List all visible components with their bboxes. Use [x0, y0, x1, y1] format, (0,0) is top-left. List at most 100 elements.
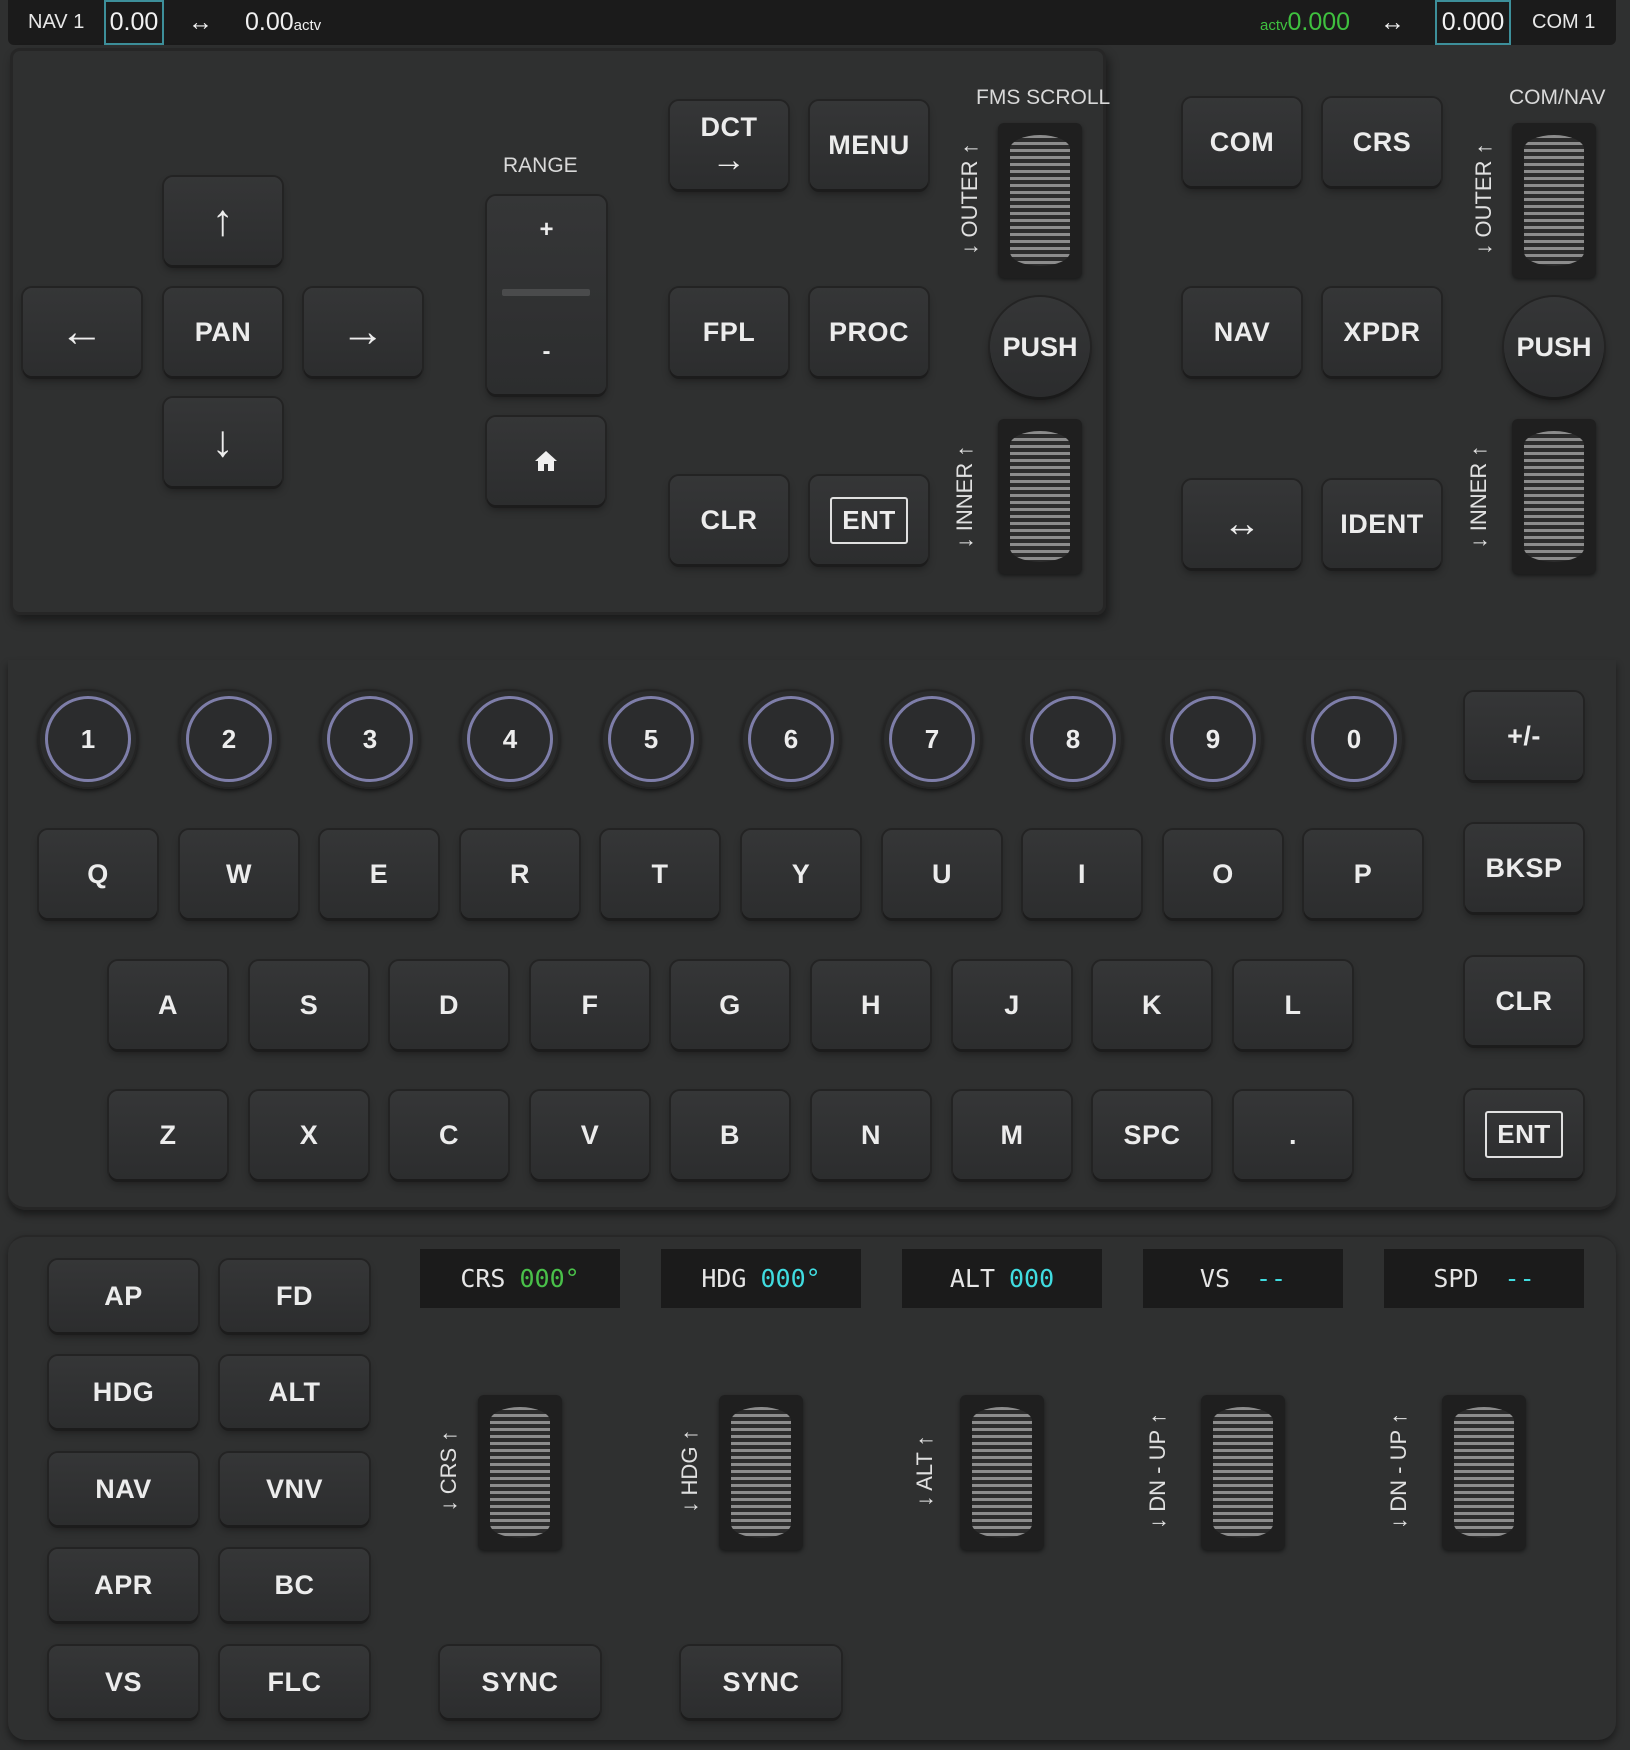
com-button[interactable]: COM: [1183, 98, 1301, 186]
comnav-outer-knob[interactable]: [1512, 123, 1596, 278]
spd-knob[interactable]: [1442, 1395, 1526, 1550]
comnav-inner-knob[interactable]: [1512, 419, 1596, 574]
comnav-push-button[interactable]: PUSH: [1504, 297, 1604, 397]
fms-clr-button[interactable]: CLR: [670, 476, 788, 564]
dct-label: DCT: [700, 111, 758, 142]
keyboard-clr-button[interactable]: CLR: [1465, 957, 1583, 1045]
nav-mode-button[interactable]: NAV: [49, 1453, 198, 1525]
key-s[interactable]: S: [250, 961, 368, 1049]
key-u[interactable]: U: [883, 830, 1001, 918]
key-y[interactable]: Y: [742, 830, 860, 918]
crs-sync-button[interactable]: SYNC: [440, 1646, 600, 1718]
key-a[interactable]: A: [109, 961, 227, 1049]
key-t[interactable]: T: [601, 830, 719, 918]
com-label: COM 1: [1532, 11, 1596, 33]
key-label: 5: [608, 696, 694, 782]
key-c[interactable]: C: [390, 1091, 508, 1179]
hdg-knob[interactable]: [719, 1395, 803, 1550]
fms-push-button[interactable]: PUSH: [990, 297, 1090, 397]
key-d[interactable]: D: [390, 961, 508, 1049]
key-6[interactable]: 6: [741, 689, 841, 789]
fpl-button[interactable]: FPL: [670, 288, 788, 376]
fms-scroll-label: FMS SCROLL: [976, 86, 1111, 109]
vs-mode-button[interactable]: VS: [49, 1646, 198, 1718]
key-4[interactable]: 4: [460, 689, 560, 789]
pan-up-button[interactable]: ↑: [164, 177, 282, 265]
hdg-display: HDG 000°: [661, 1249, 861, 1308]
pan-down-button[interactable]: ↓: [164, 398, 282, 486]
keyboard-ent-button[interactable]: ENT: [1465, 1090, 1583, 1178]
spd-knob-label: ↓ DN - UP ↑: [1386, 1413, 1411, 1529]
direct-to-button[interactable]: DCT →: [670, 101, 788, 189]
pan-right-button[interactable]: →: [304, 288, 422, 376]
bc-mode-button[interactable]: BC: [220, 1549, 369, 1621]
key-label: 7: [889, 696, 975, 782]
nav-swap-icon[interactable]: ↔: [188, 8, 213, 37]
crs-knob[interactable]: [478, 1395, 562, 1550]
key-n[interactable]: N: [812, 1091, 930, 1179]
fms-outer-knob[interactable]: [998, 123, 1082, 278]
key-e[interactable]: E: [320, 830, 438, 918]
ap-button[interactable]: AP: [49, 1260, 198, 1332]
pan-left-button[interactable]: ←: [23, 288, 141, 376]
range-plus-button[interactable]: +: [487, 216, 606, 244]
key-5[interactable]: 5: [601, 689, 701, 789]
key-q[interactable]: Q: [39, 830, 157, 918]
menu-button[interactable]: MENU: [810, 101, 928, 189]
knob-ridges: [972, 1407, 1032, 1538]
key-f[interactable]: F: [531, 961, 649, 1049]
apr-mode-button[interactable]: APR: [49, 1549, 198, 1621]
plus-minus-button[interactable]: +/-: [1465, 692, 1583, 780]
fms-ent-button[interactable]: ENT: [810, 476, 928, 564]
key-x[interactable]: X: [250, 1091, 368, 1179]
key-o[interactable]: O: [1164, 830, 1282, 918]
key-p[interactable]: P: [1304, 830, 1422, 918]
key-3[interactable]: 3: [320, 689, 420, 789]
key-j[interactable]: J: [953, 961, 1071, 1049]
key-0[interactable]: 0: [1304, 689, 1404, 789]
hdg-sync-button[interactable]: SYNC: [681, 1646, 841, 1718]
hdg-mode-button[interactable]: HDG: [49, 1356, 198, 1428]
vs-knob[interactable]: [1201, 1395, 1285, 1550]
key-z[interactable]: Z: [109, 1091, 227, 1179]
key-r[interactable]: R: [461, 830, 579, 918]
nav-standby-frequency[interactable]: 0.00: [104, 0, 164, 45]
alt-mode-button[interactable]: ALT: [220, 1356, 369, 1428]
display-label: HDG: [701, 1264, 747, 1293]
key-9[interactable]: 9: [1163, 689, 1263, 789]
pan-button[interactable]: PAN: [164, 288, 282, 376]
key-2[interactable]: 2: [179, 689, 279, 789]
alt-knob[interactable]: [960, 1395, 1044, 1550]
fms-inner-knob[interactable]: [998, 419, 1082, 574]
vnv-mode-button[interactable]: VNV: [220, 1453, 369, 1525]
key-7[interactable]: 7: [882, 689, 982, 789]
key-space[interactable]: SPC: [1093, 1091, 1211, 1179]
key-b[interactable]: B: [671, 1091, 789, 1179]
nav-active-suffix: actv: [293, 17, 322, 34]
key-1[interactable]: 1: [38, 689, 138, 789]
com-swap-icon[interactable]: ↔: [1380, 8, 1405, 37]
key-period[interactable]: .: [1234, 1091, 1352, 1179]
key-m[interactable]: M: [953, 1091, 1071, 1179]
range-minus-button[interactable]: -: [487, 338, 606, 366]
key-8[interactable]: 8: [1023, 689, 1123, 789]
comnav-swap-button[interactable]: ↔: [1183, 480, 1301, 568]
xpdr-button[interactable]: XPDR: [1323, 288, 1441, 376]
bksp-button[interactable]: BKSP: [1465, 824, 1583, 912]
home-button[interactable]: [487, 417, 605, 505]
key-i[interactable]: I: [1023, 830, 1141, 918]
crs-button[interactable]: CRS: [1323, 98, 1441, 186]
ident-button[interactable]: IDENT: [1323, 480, 1441, 568]
flc-mode-button[interactable]: FLC: [220, 1646, 369, 1718]
proc-button[interactable]: PROC: [810, 288, 928, 376]
key-l[interactable]: L: [1234, 961, 1352, 1049]
nav-button[interactable]: NAV: [1183, 288, 1301, 376]
key-w[interactable]: W: [180, 830, 298, 918]
key-v[interactable]: V: [531, 1091, 649, 1179]
com-standby-frequency[interactable]: 0.000: [1435, 0, 1511, 45]
key-label: 3: [327, 696, 413, 782]
fd-button[interactable]: FD: [220, 1260, 369, 1332]
key-h[interactable]: H: [812, 961, 930, 1049]
key-k[interactable]: K: [1093, 961, 1211, 1049]
key-g[interactable]: G: [671, 961, 789, 1049]
